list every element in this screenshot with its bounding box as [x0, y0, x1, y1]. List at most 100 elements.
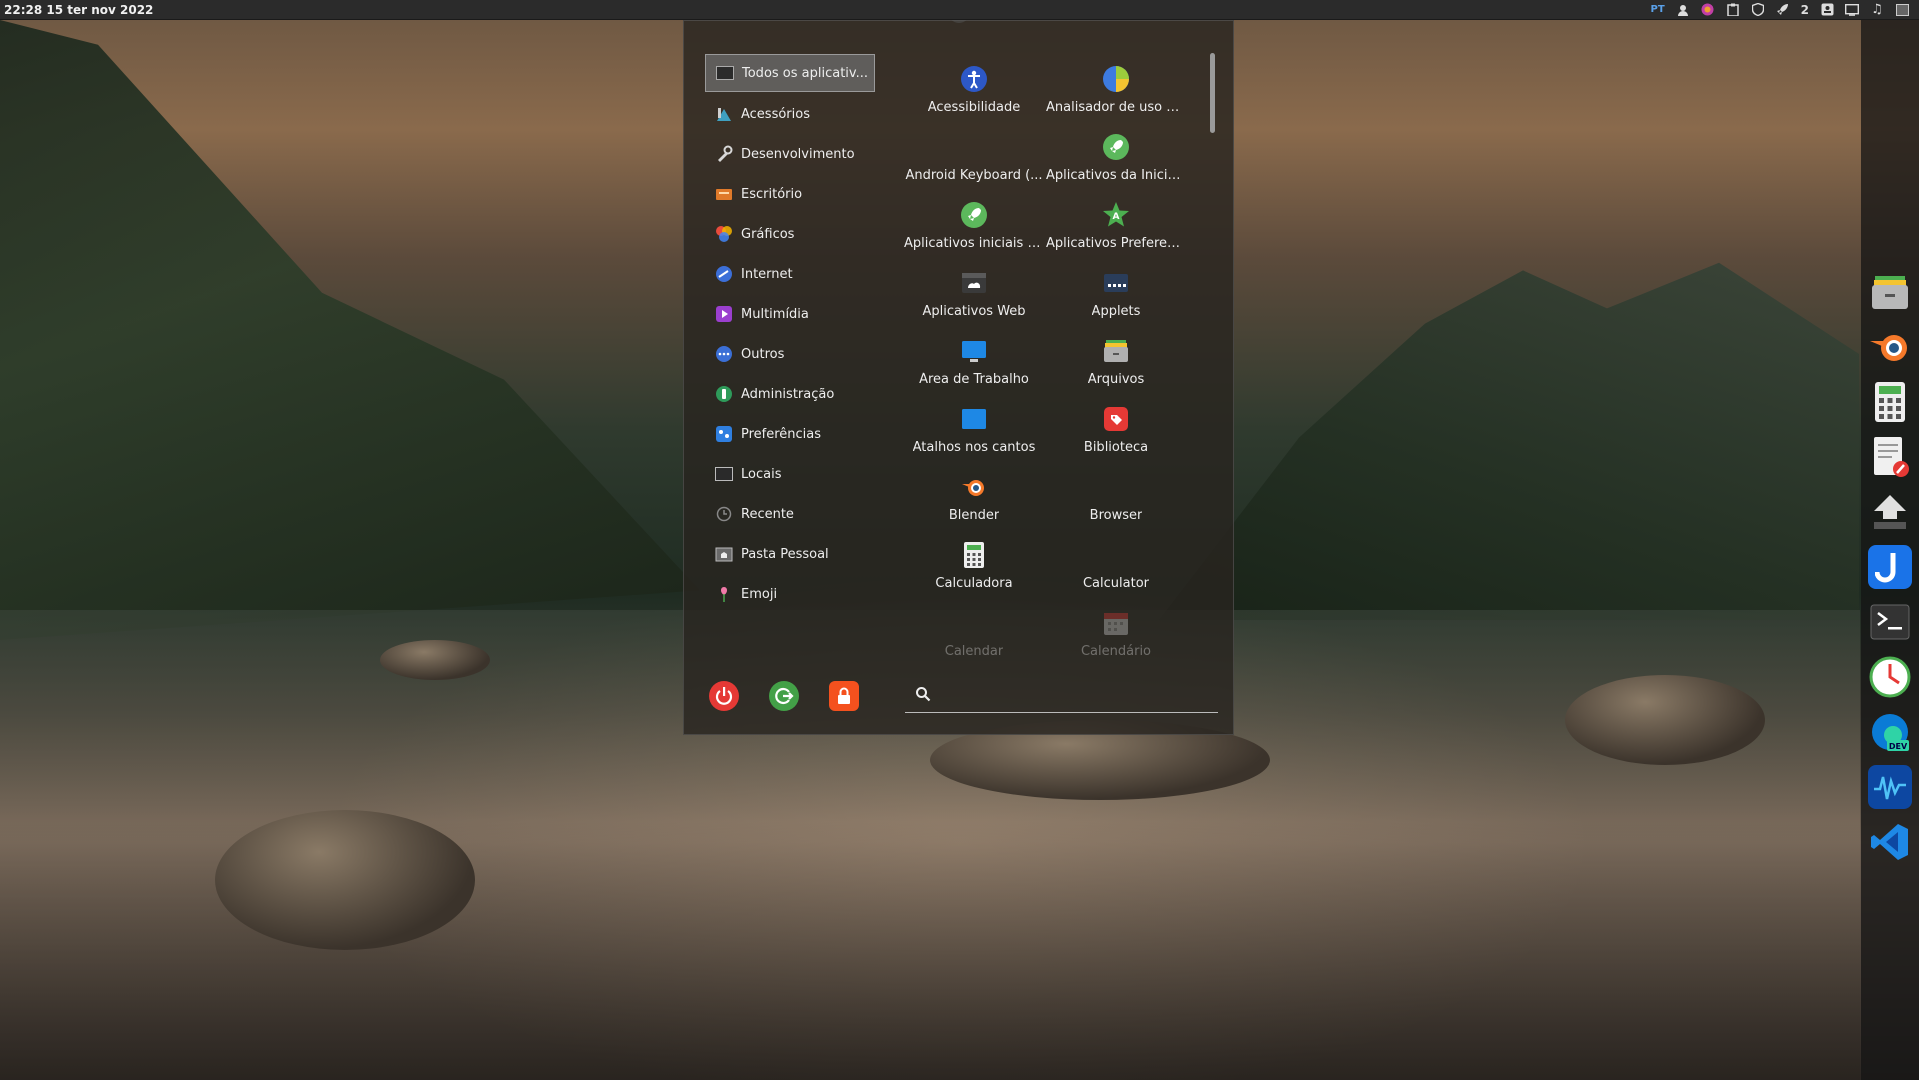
emoji-icon: [715, 585, 733, 603]
clipboard-icon[interactable]: [1726, 3, 1740, 17]
category-label: Preferências: [741, 426, 822, 442]
category-label: Locais: [741, 466, 782, 482]
shield-icon[interactable]: [1751, 3, 1765, 17]
category-multimedia[interactable]: Multimídia: [705, 294, 875, 334]
startup-apps-icon: [959, 200, 989, 230]
dock-joplin[interactable]: [1868, 545, 1912, 589]
app-android-keyboard[interactable]: Android Keyboard (...: [904, 122, 1044, 190]
category-label: Todos os aplicativ...: [742, 65, 869, 81]
search-icon: [915, 686, 931, 706]
power-button[interactable]: [709, 681, 739, 711]
wallpaper-rock: [1565, 675, 1765, 765]
category-all-apps[interactable]: Todos os aplicativ...: [705, 54, 875, 92]
app-calendario[interactable]: Calendário: [1046, 598, 1186, 666]
clock-icon: [1869, 656, 1911, 698]
app-startup-applications-2[interactable]: Aplicativos iniciais d...: [904, 190, 1044, 258]
app-disk-usage-analyzer[interactable]: Analisador de uso d...: [1046, 54, 1186, 122]
app-calculator-alt[interactable]: Calculator: [1046, 530, 1186, 598]
logout-button[interactable]: [769, 681, 799, 711]
waveform-icon: [1874, 776, 1906, 800]
blender-icon: [1870, 335, 1907, 361]
category-label: Internet: [741, 266, 793, 282]
category-label: Emoji: [741, 586, 778, 602]
app-browser[interactable]: Browser: [1046, 462, 1186, 530]
app-blender[interactable]: Blender: [904, 462, 1044, 530]
dock-calculator[interactable]: [1868, 380, 1912, 424]
dock-waveform[interactable]: [1868, 765, 1912, 809]
dock-blender[interactable]: [1868, 325, 1912, 369]
files-icon: [1872, 276, 1908, 309]
lock-button[interactable]: [829, 681, 859, 711]
app-files[interactable]: Arquivos: [1046, 326, 1186, 394]
category-office[interactable]: Escritório: [705, 174, 875, 214]
office-icon: [715, 185, 733, 203]
lock-icon: [838, 687, 850, 704]
app-applets[interactable]: Applets: [1046, 258, 1186, 326]
desktop-icon[interactable]: [1895, 3, 1909, 17]
vscode-icon: [1871, 824, 1908, 860]
dock-clock[interactable]: [1868, 655, 1912, 699]
workspace-count[interactable]: 2: [1801, 3, 1809, 17]
category-accessories[interactable]: Acessórios: [705, 94, 875, 134]
category-places[interactable]: Locais: [705, 454, 875, 494]
applets-icon: [1101, 268, 1131, 298]
preferred-apps-icon: A: [1101, 200, 1131, 230]
dock-vscode[interactable]: [1868, 820, 1912, 864]
search-input[interactable]: [941, 687, 1191, 704]
dock-files[interactable]: [1868, 270, 1912, 314]
search-box: [905, 679, 1218, 713]
joplin-icon: [1875, 553, 1896, 583]
all-apps-icon: [716, 64, 734, 82]
calculator-alt-icon: [1101, 540, 1131, 570]
power-icon: [715, 687, 733, 705]
category-administration[interactable]: Administração: [705, 374, 875, 414]
category-label: Recente: [741, 506, 794, 522]
category-graphics[interactable]: Gráficos: [705, 214, 875, 254]
disk-usage-icon: [1101, 64, 1131, 94]
category-emoji[interactable]: Emoji: [705, 574, 875, 614]
dock-text-editor[interactable]: [1868, 435, 1912, 479]
browser-icon: [1101, 472, 1131, 502]
startup-apps-icon: [1101, 132, 1131, 162]
app-library[interactable]: Biblioteca: [1046, 394, 1186, 462]
wallpaper-mountain-left: [0, 20, 700, 640]
dock-edge-dev[interactable]: DEV: [1868, 710, 1912, 754]
category-home-folder[interactable]: Pasta Pessoal: [705, 534, 875, 574]
app-desktop[interactable]: Área de Trabalho: [904, 326, 1044, 394]
logout-icon: [775, 687, 794, 705]
app-grid-scrollbar[interactable]: [1210, 53, 1215, 133]
keyboard-layout-indicator[interactable]: PT: [1650, 4, 1664, 15]
preferences-icon: [715, 425, 733, 443]
app-hot-corners[interactable]: Atalhos nos cantos: [904, 394, 1044, 462]
user-icon[interactable]: [1676, 3, 1690, 17]
multimedia-icon: [715, 305, 733, 323]
hot-corners-icon: [959, 404, 989, 434]
dock-upload[interactable]: [1868, 490, 1912, 534]
category-development[interactable]: Desenvolvimento: [705, 134, 875, 174]
music-icon[interactable]: ♫: [1870, 2, 1884, 17]
wallpaper-rock: [215, 810, 475, 950]
app-grid-container: Acessibilidade Analisador de uso d... An…: [904, 54, 1204, 684]
dock: DEV: [1861, 20, 1919, 1080]
category-label: Pasta Pessoal: [741, 546, 829, 562]
app-preferred-applications[interactable]: A Aplicativos Preferen...: [1046, 190, 1186, 258]
dock-terminal[interactable]: [1868, 600, 1912, 644]
rocket-icon[interactable]: [1776, 3, 1790, 17]
screen-icon[interactable]: [1845, 3, 1859, 17]
app-calendar[interactable]: Calendar: [904, 598, 1044, 666]
accessibility-icon: [959, 64, 989, 94]
app-startup-applications[interactable]: Aplicativos da Inicial...: [1046, 122, 1186, 190]
application-menu: Todos os aplicativ... Acessórios Desenvo…: [683, 20, 1234, 735]
app-calculator[interactable]: Calculadora: [904, 530, 1044, 598]
clock[interactable]: 22:28 15 ter nov 2022: [0, 3, 153, 17]
category-internet[interactable]: Internet: [705, 254, 875, 294]
category-recent[interactable]: Recente: [705, 494, 875, 534]
category-preferences[interactable]: Preferências: [705, 414, 875, 454]
blender-icon: [959, 472, 989, 502]
color-picker-icon[interactable]: [1701, 3, 1715, 17]
app-accessibility[interactable]: Acessibilidade: [904, 54, 1044, 122]
category-label: Escritório: [741, 186, 803, 202]
contact-icon[interactable]: [1820, 3, 1834, 17]
category-others[interactable]: Outros: [705, 334, 875, 374]
app-web-apps[interactable]: Aplicativos Web: [904, 258, 1044, 326]
